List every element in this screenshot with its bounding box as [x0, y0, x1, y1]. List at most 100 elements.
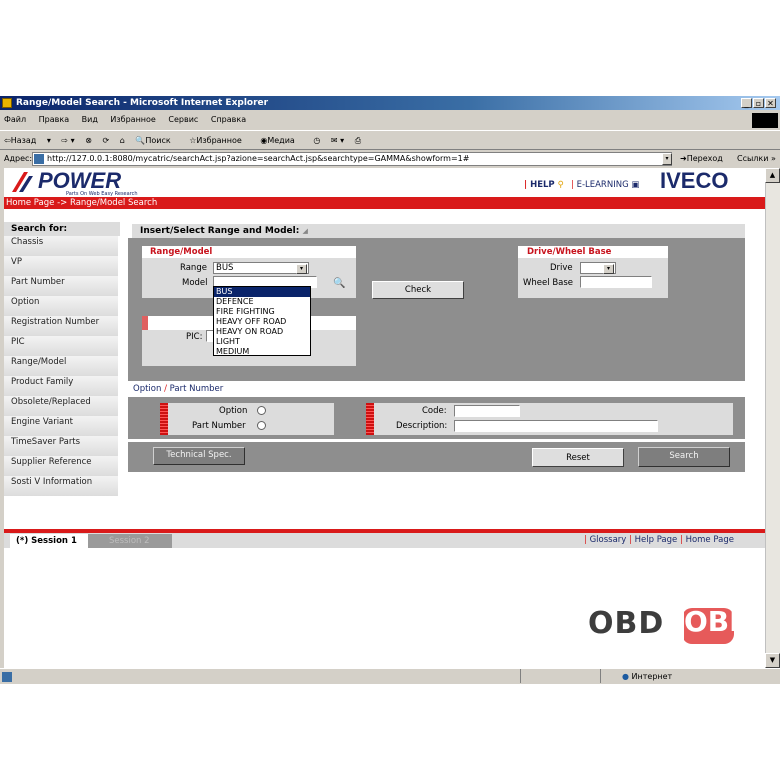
help-page-link[interactable]: Help Page: [635, 535, 678, 545]
reset-button[interactable]: Reset: [532, 448, 624, 467]
option-part-part: Part Number: [169, 384, 224, 394]
drive-select[interactable]: ▾: [580, 262, 616, 274]
scroll-up-button[interactable]: ▲: [765, 168, 780, 183]
code-input[interactable]: [454, 405, 520, 417]
sidebar-item-option[interactable]: Option: [4, 296, 118, 316]
page-icon: [34, 154, 44, 164]
internet-zone: ● Интернет: [622, 669, 672, 685]
toolbar: ⇦Назад ▾ ⇨ ▾ ⊗ ⟳ ⌂ 🔍Поиск ☆Избранное ◉Ме…: [0, 130, 780, 150]
globe-icon: ●: [622, 672, 629, 681]
menu-help[interactable]: Справка: [211, 115, 246, 124]
go-label: Переход: [686, 154, 723, 163]
menu-edit[interactable]: Правка: [39, 115, 69, 124]
back-button[interactable]: ⇦Назад ▾: [4, 136, 51, 145]
option-label: Option: [219, 406, 248, 416]
range-option-medium[interactable]: MEDIUM: [214, 347, 310, 357]
minimize-button[interactable]: _: [741, 98, 752, 108]
history-icon[interactable]: ◷: [313, 136, 320, 145]
code-box-marker: [366, 403, 374, 435]
home-page-link[interactable]: Home Page: [686, 535, 734, 545]
sidebar-item-sosti-v-information[interactable]: Sosti V Information: [4, 476, 118, 496]
ie-icon: [2, 98, 12, 108]
technical-spec-button[interactable]: Technical Spec.: [153, 447, 245, 465]
links-label[interactable]: Ссылки »: [737, 151, 776, 167]
media-button[interactable]: ◉Медиа: [260, 136, 302, 145]
glossary-link[interactable]: Glossary: [590, 535, 627, 545]
go-button[interactable]: ➜Переход: [680, 151, 723, 167]
footer-links: | Glossary | Help Page | Home Page: [584, 535, 734, 545]
menu-file[interactable]: Файл: [4, 115, 26, 124]
range-option-bus[interactable]: BUS: [214, 287, 310, 297]
mail-icon[interactable]: ✉ ▾: [331, 136, 344, 145]
search-button[interactable]: 🔍Поиск: [135, 136, 178, 145]
option-radio[interactable]: [257, 406, 266, 415]
help-link[interactable]: | HELP ⚲: [524, 180, 564, 190]
sidebar-item-part-number[interactable]: Part Number: [4, 276, 118, 296]
description-label: Description:: [396, 421, 448, 431]
links-text: Ссылки: [737, 154, 769, 163]
model-label: Model: [182, 278, 208, 288]
part-number-radio[interactable]: [257, 421, 266, 430]
wheelbase-label: Wheel Base: [523, 278, 574, 288]
sidebar-item-timesaver-parts[interactable]: TimeSaver Parts: [4, 436, 118, 456]
search-button-page[interactable]: Search: [638, 447, 730, 467]
sidebar-item-supplier-reference[interactable]: Supplier Reference: [4, 456, 118, 476]
close-button[interactable]: ✕: [765, 98, 776, 108]
range-option-defence[interactable]: DEFENCE: [214, 297, 310, 307]
back-label: Назад: [10, 136, 37, 145]
sidebar-item-vp[interactable]: VP: [4, 256, 118, 276]
window-title: Range/Model Search - Microsoft Internet …: [0, 96, 780, 110]
stop-icon[interactable]: ⊗: [85, 136, 92, 145]
url-dropdown-arrow[interactable]: ▾: [662, 153, 672, 165]
range-select[interactable]: BUS ▾: [213, 262, 309, 274]
check-button[interactable]: Check: [372, 281, 464, 299]
search-magnifier-icon[interactable]: 🔍: [333, 278, 345, 290]
windows-logo-icon: [752, 113, 778, 128]
description-input[interactable]: [454, 420, 658, 432]
session2-tab[interactable]: Session 2: [88, 534, 172, 548]
sidebar-item-range-model[interactable]: Range/Model: [4, 356, 118, 376]
iveco-logo: IVECO: [660, 168, 729, 193]
sidebar-item-product-family[interactable]: Product Family: [4, 376, 118, 396]
wheelbase-input[interactable]: [580, 276, 652, 288]
forward-button[interactable]: ⇨ ▾: [61, 136, 74, 145]
option-part-slash: /: [164, 384, 167, 394]
home-icon[interactable]: ⌂: [120, 136, 125, 145]
sidebar-item-registration-number[interactable]: Registration Number: [4, 316, 118, 336]
scroll-down-button[interactable]: ▼: [765, 653, 780, 668]
print-icon[interactable]: ⎙: [355, 136, 361, 145]
favorites-button[interactable]: ☆Избранное: [189, 136, 250, 145]
drive-label: Drive: [550, 263, 573, 273]
range-option-light[interactable]: LIGHT: [214, 337, 310, 347]
watermark-obd: OBD: [588, 606, 665, 641]
elearning-icon: ▣: [631, 180, 640, 190]
pic-header-marker: [142, 316, 148, 330]
sidebar-item-pic[interactable]: PIC: [4, 336, 118, 356]
sidebar-item-chassis[interactable]: Chassis: [4, 236, 118, 256]
code-label: Code:: [422, 406, 447, 416]
vertical-scrollbar[interactable]: [765, 168, 780, 668]
menu-tools[interactable]: Сервис: [168, 115, 198, 124]
status-page-icon: [2, 672, 12, 682]
range-model-title: Range/Model: [150, 247, 213, 257]
elearning-link[interactable]: | E-LEARNING ▣: [571, 180, 639, 190]
session1-tab[interactable]: (*) Session 1: [10, 534, 88, 548]
range-dropdown-list: BUS DEFENCE FIRE FIGHTING HEAVY OFF ROAD…: [213, 286, 311, 356]
range-dropdown-arrow[interactable]: ▾: [296, 264, 307, 274]
range-option-fire-fighting[interactable]: FIRE FIGHTING: [214, 307, 310, 317]
range-option-heavy-on-road[interactable]: HEAVY ON ROAD: [214, 327, 310, 337]
drive-dropdown-arrow[interactable]: ▾: [603, 264, 614, 274]
search-label: Поиск: [145, 136, 171, 145]
menu-view[interactable]: Вид: [82, 115, 98, 124]
range-option-heavy-off-road[interactable]: HEAVY OFF ROAD: [214, 317, 310, 327]
help-icon: ⚲: [557, 180, 564, 190]
zone-label: Интернет: [631, 672, 673, 681]
range-value: BUS: [216, 263, 234, 273]
sidebar-item-engine-variant[interactable]: Engine Variant: [4, 416, 118, 436]
address-label: Адрес:: [4, 154, 33, 163]
maximize-button[interactable]: ▫: [753, 98, 764, 108]
sidebar-item-obsolete-replaced[interactable]: Obsolete/Replaced: [4, 396, 118, 416]
refresh-icon[interactable]: ⟳: [102, 136, 109, 145]
menu-favorites[interactable]: Избранное: [110, 115, 155, 124]
url-input[interactable]: http://127.0.0.1:8080/mycatric/searchAct…: [32, 152, 672, 166]
